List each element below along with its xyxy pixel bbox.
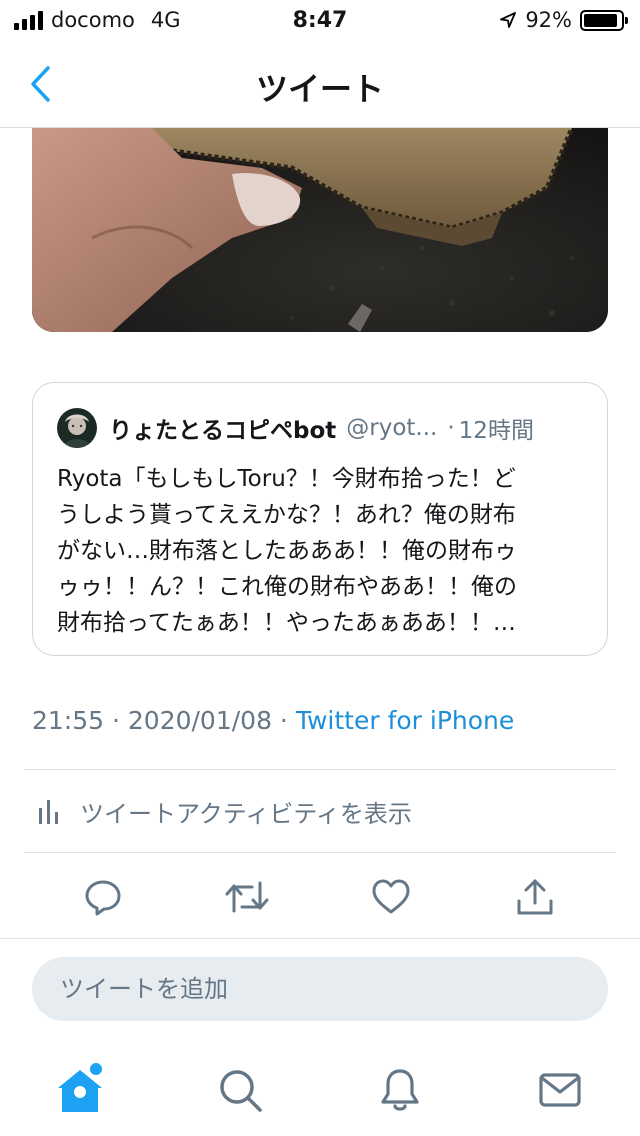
chevron-left-icon <box>31 66 50 102</box>
divider <box>24 769 616 770</box>
tab-home[interactable] <box>52 1062 108 1118</box>
quoted-time-ago: 12時間 <box>458 418 534 444</box>
battery-level-fill <box>584 13 618 27</box>
reply-input[interactable] <box>60 975 560 1003</box>
network-type: 4G <box>150 8 181 32</box>
retweet-icon <box>225 881 269 913</box>
reply-button[interactable] <box>80 874 126 920</box>
page-title: ツイート <box>255 70 384 108</box>
tweet-timestamp: 21:55 · 2020/01/08 · <box>32 706 296 735</box>
status-bar: docomo 4G 8:47 92% <box>0 0 640 40</box>
quoted-text-line: 財布拾ってたぁあ！！やったあぁああ！！… <box>57 610 516 636</box>
share-icon <box>517 879 553 915</box>
home-icon <box>58 1063 102 1112</box>
header-separator: · <box>447 415 455 441</box>
quoted-text-line: がない…財布落としたあああ！！俺の財布ゥ <box>57 538 517 564</box>
quoted-text-line: ゥゥ！！ん？！これ俺の財布やああ！！俺の <box>57 574 517 600</box>
like-icon <box>372 879 410 914</box>
tweet-photo[interactable] <box>32 128 608 332</box>
signal-strength-icon <box>14 10 43 30</box>
navigation-bar: ツイート <box>0 44 640 128</box>
notifications-icon <box>381 1069 419 1111</box>
quoted-tweet-header: りょたとるコピペbot @ryot... · 12時間 <box>57 407 583 449</box>
tweet-activity-link[interactable]: ツイートアクティビティを表示 <box>24 772 616 850</box>
location-arrow-icon <box>500 12 517 28</box>
bar-chart-icon <box>39 800 58 824</box>
avatar[interactable] <box>57 408 97 448</box>
battery-percent: 92% <box>525 8 572 32</box>
search-icon <box>220 1070 262 1112</box>
reply-icon <box>85 880 121 916</box>
quoted-handle: @ryot... <box>346 415 438 441</box>
tweet-source-link[interactable]: Twitter for iPhone <box>296 706 514 735</box>
avatar-image <box>57 408 97 448</box>
reply-input-container[interactable] <box>32 957 608 1021</box>
tweet-activity-label: ツイートアクティビティを表示 <box>80 799 412 828</box>
quoted-display-name: りょたとるコピペbot <box>109 418 337 444</box>
quoted-tweet-card[interactable]: りょたとるコピペbot @ryot... · 12時間 Ryota「もしもしTo… <box>32 382 608 656</box>
quoted-text-line: Ryota「もしもしToru？！今財布拾った！ど <box>57 466 516 492</box>
tab-messages[interactable] <box>532 1062 588 1118</box>
messages-icon <box>539 1073 581 1107</box>
status-bar-right: 92% <box>499 8 628 32</box>
tweet-meta: 21:55 · 2020/01/08 · Twitter for iPhone <box>32 706 514 735</box>
back-button[interactable] <box>20 62 60 106</box>
retweet-button[interactable] <box>224 874 270 920</box>
tweet-actions <box>0 856 640 938</box>
share-button[interactable] <box>512 874 558 920</box>
tab-notifications[interactable] <box>372 1062 428 1118</box>
quoted-text-line: うしよう貰ってええかな？！あれ？俺の財布 <box>57 502 516 528</box>
quoted-tweet-text: Ryota「もしもしToru？！今財布拾った！ど うしよう貰ってええかな？！あれ… <box>57 461 587 641</box>
status-bar-left: docomo 4G <box>14 8 181 32</box>
battery-icon <box>580 9 628 31</box>
like-button[interactable] <box>368 874 414 920</box>
carrier-name: docomo <box>51 8 135 32</box>
divider <box>24 852 616 853</box>
tab-bar <box>0 1040 640 1136</box>
wallet-photo-image <box>32 128 608 332</box>
divider <box>0 938 640 939</box>
tab-search[interactable] <box>212 1062 268 1118</box>
